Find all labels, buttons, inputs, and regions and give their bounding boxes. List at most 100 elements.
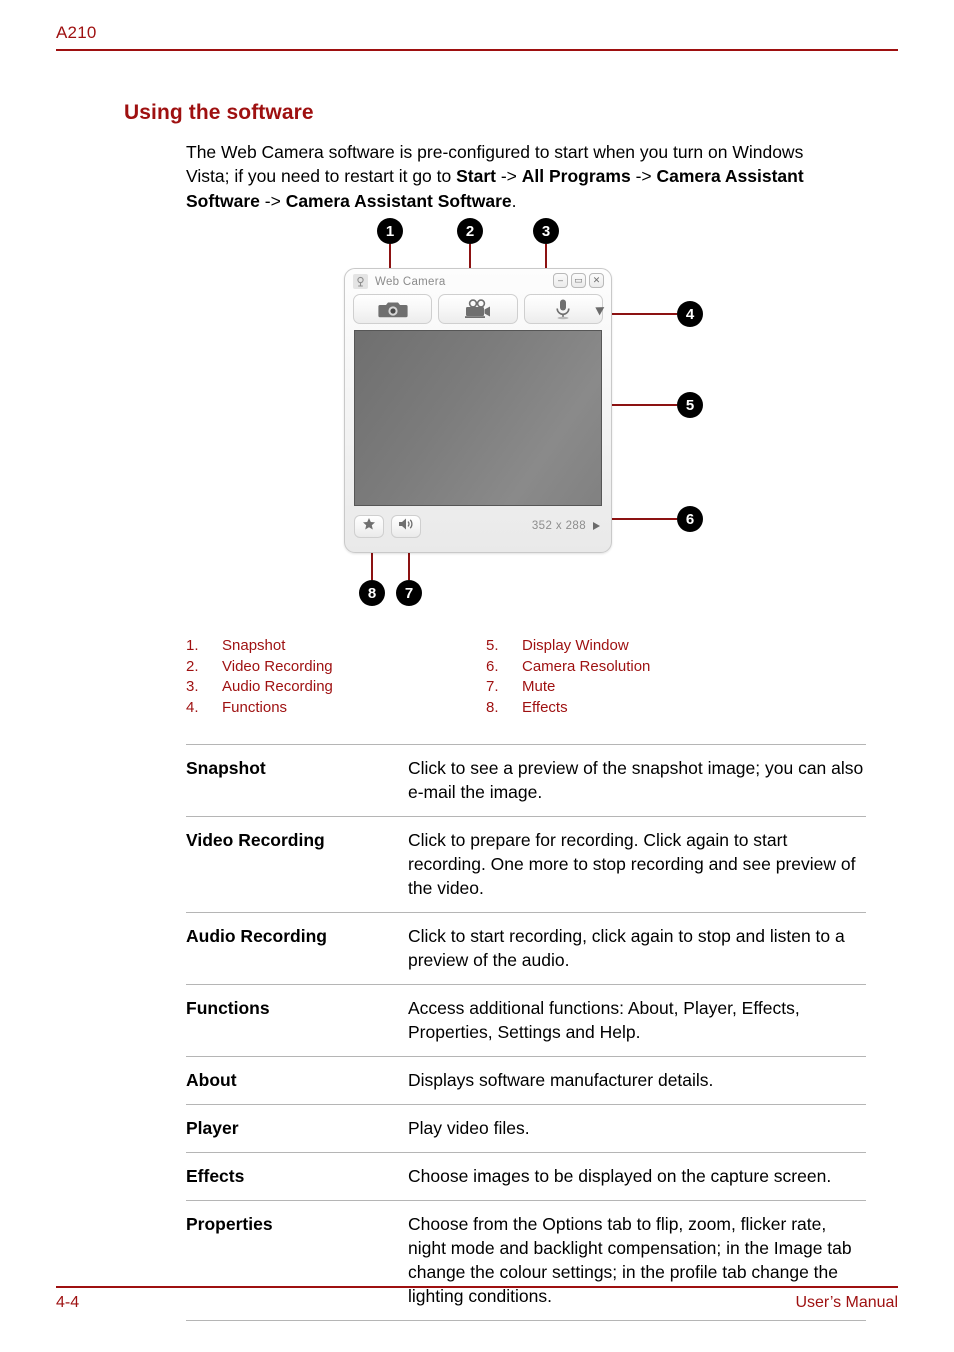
callout-5: 5 xyxy=(677,392,703,418)
legend-number: 1. xyxy=(186,637,199,654)
definition-description: Play video files. xyxy=(408,1118,530,1138)
resolution-arrow-icon[interactable] xyxy=(593,522,600,530)
table-row: Video Recording Click to prepare for rec… xyxy=(186,816,866,913)
star-icon xyxy=(362,517,376,536)
definition-description: Displays software manufacturer details. xyxy=(408,1070,714,1090)
window-controls: – ▭ ✕ xyxy=(553,273,604,288)
legend-number: 4. xyxy=(186,698,199,716)
callout-3: 3 xyxy=(533,218,559,244)
legend-column-left: 1. Snapshot 2. Video Recording 3. Audio … xyxy=(186,636,486,718)
intro-bold-start: Start xyxy=(456,166,496,186)
close-button[interactable]: ✕ xyxy=(589,273,604,288)
callout-1-number: 1 xyxy=(385,222,395,240)
video-camera-icon xyxy=(463,299,493,319)
webcam-icon xyxy=(353,274,368,289)
legend-number: 3. xyxy=(186,678,199,696)
callout-4-number: 4 xyxy=(685,305,695,323)
legend-label: Video Recording xyxy=(222,657,333,675)
legend-label: Display Window xyxy=(522,637,629,654)
definition-term: Player xyxy=(186,1118,239,1138)
microphone-icon xyxy=(553,298,573,320)
intro-bold-all-programs: All Programs xyxy=(521,166,631,186)
callout-5-number: 5 xyxy=(685,396,695,414)
manual-label: User’s Manual xyxy=(795,1294,898,1311)
video-recording-button[interactable] xyxy=(438,294,518,324)
list-item: 3. Audio Recording xyxy=(186,677,486,698)
leader-line-8 xyxy=(371,553,373,580)
definition-term: Snapshot xyxy=(186,758,266,778)
callout-7-number: 7 xyxy=(404,584,414,602)
callout-1: 1 xyxy=(377,218,403,244)
intro-bold-cas-2: Camera Assistant Software xyxy=(285,190,512,211)
page-footer: 4-4 User’s Manual xyxy=(56,1286,898,1312)
figure-legend: 1. Snapshot 2. Video Recording 3. Audio … xyxy=(186,636,876,718)
list-item: 7. Mute xyxy=(486,677,650,698)
function-definition-table: Snapshot Click to see a preview of the s… xyxy=(186,744,866,1321)
callout-4: 4 xyxy=(677,301,703,327)
definition-description: Click to prepare for recording. Click ag… xyxy=(408,830,856,898)
list-item: 4. Functions xyxy=(186,698,486,719)
table-row: Functions Access additional functions: A… xyxy=(186,984,866,1057)
intro-sep-2: -> xyxy=(630,166,657,186)
legend-label: Camera Resolution xyxy=(522,657,651,675)
legend-number: 8. xyxy=(486,698,499,716)
snapshot-button[interactable] xyxy=(353,294,433,324)
intro-period: . xyxy=(511,190,517,211)
definition-description: Access additional functions: About, Play… xyxy=(408,998,800,1042)
definition-term: Effects xyxy=(186,1166,245,1186)
legend-number: 6. xyxy=(486,657,499,675)
callout-8: 8 xyxy=(359,580,385,606)
intro-sep-3: -> xyxy=(259,190,286,211)
definition-description: Click to see a preview of the snapshot i… xyxy=(408,758,864,802)
window-title: Web Camera xyxy=(375,275,446,288)
definition-description: Choose images to be displayed on the cap… xyxy=(408,1166,832,1186)
maximize-button[interactable]: ▭ xyxy=(571,273,586,288)
page-header: A210 xyxy=(56,22,898,51)
legend-label: Audio Recording xyxy=(222,678,333,696)
window-toolbar xyxy=(345,291,611,324)
page-number: 4-4 xyxy=(56,1294,80,1311)
legend-label: Mute xyxy=(522,678,556,696)
leader-line-4 xyxy=(602,313,677,315)
camera-resolution: 352 x 288 xyxy=(531,520,586,532)
footer-row: 4-4 User’s Manual xyxy=(56,1294,898,1312)
mute-button[interactable] xyxy=(391,514,421,538)
table-row: About Displays software manufacturer det… xyxy=(186,1056,866,1105)
legend-label: Functions xyxy=(222,698,288,716)
camera-icon xyxy=(378,299,408,319)
effects-button[interactable] xyxy=(354,514,384,538)
definition-term: Functions xyxy=(186,998,270,1018)
list-item: 1. Snapshot xyxy=(186,636,486,657)
legend-label: Snapshot xyxy=(222,637,286,654)
definition-term: About xyxy=(186,1070,237,1090)
leader-line-7 xyxy=(408,553,410,580)
list-item: 8. Effects xyxy=(486,698,650,719)
table-row: Audio Recording Click to start recording… xyxy=(186,912,866,985)
legend-label: Effects xyxy=(522,698,568,716)
footer-divider xyxy=(56,1286,898,1288)
legend-number: 7. xyxy=(486,678,499,696)
webcam-figure: 1 2 3 4 5 6 8 7 Web Camera – ▭ ✕ 352 x 2… xyxy=(330,212,730,612)
callout-2: 2 xyxy=(457,218,483,244)
callout-8-number: 8 xyxy=(367,584,377,602)
callout-6-number: 6 xyxy=(685,510,695,528)
audio-recording-button[interactable] xyxy=(523,294,603,324)
definition-description: Click to start recording, click again to… xyxy=(408,926,845,970)
legend-number: 5. xyxy=(486,637,499,654)
table-row: Player Play video files. xyxy=(186,1104,866,1153)
minimize-button[interactable]: – xyxy=(553,273,568,288)
web-camera-window: Web Camera – ▭ ✕ 352 x 288 xyxy=(344,268,612,553)
page-title: Using the software xyxy=(124,101,314,125)
list-item: 5. Display Window xyxy=(486,636,650,657)
callout-2-number: 2 xyxy=(465,222,475,240)
display-window xyxy=(354,330,602,506)
table-row: Effects Choose images to be displayed on… xyxy=(186,1152,866,1201)
window-titlebar[interactable]: Web Camera – ▭ ✕ xyxy=(345,269,611,291)
window-bottom-bar: 352 x 288 xyxy=(354,511,602,541)
callout-6: 6 xyxy=(677,506,703,532)
callout-7: 7 xyxy=(396,580,422,606)
list-item: 2. Video Recording xyxy=(186,657,486,678)
callout-3-number: 3 xyxy=(541,222,551,240)
header-divider xyxy=(56,49,898,51)
table-row: Snapshot Click to see a preview of the s… xyxy=(186,744,866,817)
